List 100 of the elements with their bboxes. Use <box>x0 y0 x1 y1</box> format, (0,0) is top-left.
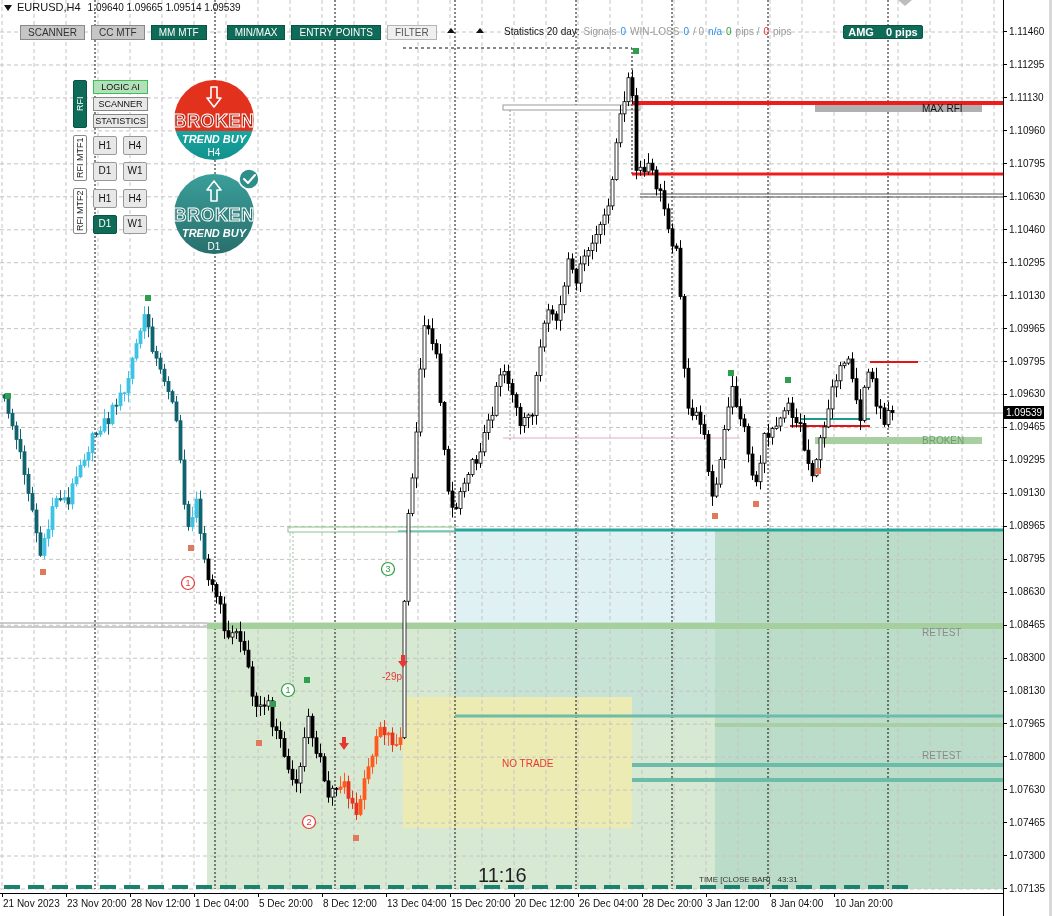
time-axis-label: 28 Nov 12:00 <box>131 899 191 909</box>
bar-timer-value: 43:31 <box>777 876 798 884</box>
high-marker-icon <box>633 48 639 54</box>
panel-tab[interactable]: RFI MTF1 <box>73 135 87 181</box>
level-line <box>869 361 919 363</box>
broken-level-label: BROKEN <box>922 434 965 446</box>
symbol-title: EURUSD,H4 <box>17 2 81 13</box>
price-axis-label: 1.10460 <box>1009 224 1046 235</box>
toolbar-button[interactable]: MM MTF <box>150 25 207 40</box>
bar-signal-tile <box>196 885 212 889</box>
high-marker-icon <box>785 377 791 383</box>
high-marker-icon <box>270 701 276 707</box>
time-axis-label: 5 Dec 20:00 <box>259 899 313 909</box>
bar-signal-tile <box>28 885 44 889</box>
price-axis-label: 1.10130 <box>1009 290 1046 301</box>
bar-signal-tile <box>700 885 716 889</box>
time-axis-label: 8 Jan 04:00 <box>771 899 824 909</box>
bar-signal-tile <box>604 885 620 889</box>
numbered-signal-marker: 1 <box>180 575 196 591</box>
price-axis-label: 1.09965 <box>1009 323 1046 334</box>
timeframe-button[interactable]: H1 <box>93 136 117 155</box>
time-axis-label: 20 Dec 12:00 <box>515 899 575 909</box>
bar-signal-tile <box>388 885 404 889</box>
statistics-text: Signals <box>583 27 617 37</box>
time-axis-label: 3 Jan 12:00 <box>707 899 760 909</box>
badge-title: BROKEN <box>173 206 255 224</box>
time-axis-label: 8 Dec 12:00 <box>323 899 377 909</box>
bar-signal-tile <box>676 885 692 889</box>
statistics-text: n/a <box>708 27 722 37</box>
price-axis-label: 1.11130 <box>1009 92 1044 103</box>
timeframe-button[interactable]: H4 <box>123 136 147 155</box>
low-marker-icon <box>40 569 46 575</box>
statistics-text: WIN-LOSS <box>629 27 680 37</box>
bar-signal-tile <box>148 885 164 889</box>
current-price-label: 1.09539 <box>1004 406 1045 419</box>
bar-signal-tile <box>220 885 236 889</box>
high-marker-icon <box>5 393 11 399</box>
toolbar-button[interactable]: CC MTF <box>90 25 145 40</box>
price-axis-label: 1.08130 <box>1009 686 1046 697</box>
statistics-text: / 0 <box>693 27 705 37</box>
dropdown-caret-icon[interactable] <box>4 4 12 11</box>
bar-signal-tile <box>484 885 500 889</box>
bar-signal-tile <box>268 885 284 889</box>
time-axis-label: 26 Dec 04:00 <box>579 899 639 909</box>
max-rfi-label: MAX RFI <box>922 102 963 114</box>
price-axis-label: 1.08465 <box>1009 620 1046 631</box>
price-axis-label: 1.11460 <box>1009 26 1045 37</box>
price-axis-label: 1.07965 <box>1009 719 1046 729</box>
bar-signal-tile <box>316 885 332 889</box>
bar-signal-tile <box>628 885 644 889</box>
amg-value: 0 pips <box>885 26 918 38</box>
panel-tab[interactable]: RFI MTF2 <box>73 188 87 234</box>
statistics-text: 0 <box>763 27 770 37</box>
time-axis-label: 1 Dec 04:00 <box>195 899 249 909</box>
panel-button[interactable]: LOGIC AI <box>93 80 148 94</box>
bar-signal-tile <box>52 885 68 889</box>
statistics-text: 0 <box>620 27 626 37</box>
toolbar-button[interactable]: SCANNER <box>20 25 85 40</box>
timeframe-button[interactable]: H1 <box>93 189 117 208</box>
price-axis-label: 1.08965 <box>1009 521 1046 532</box>
badge-title: BROKEN <box>173 112 255 130</box>
statistics-text: Statistics 20 day: <box>504 27 580 37</box>
price-axis-label: 1.10960 <box>1009 125 1046 136</box>
ohlc-values: 1.09640 1.09665 1.09514 1.09539 <box>87 2 241 13</box>
bar-signal-tile <box>748 885 764 889</box>
price-axis-label: 1.10795 <box>1009 158 1046 169</box>
timeframe-button[interactable]: W1 <box>123 214 147 234</box>
bar-signal-tile <box>532 885 548 889</box>
retest-label: RETEST <box>922 749 962 761</box>
trade-result-label: -29p <box>382 670 402 682</box>
bar-signal-tile <box>76 885 92 889</box>
toolbar-button[interactable]: ENTRY POINTS <box>291 25 381 40</box>
time-axis-label: 13 Dec 04:00 <box>387 899 447 909</box>
bar-signal-tile <box>772 885 788 889</box>
panel-button[interactable]: STATISTICS <box>93 114 148 128</box>
price-axis-label: 1.10630 <box>1009 191 1046 202</box>
bar-timer-label: TIME [CLOSE BAR] <box>699 876 771 884</box>
time-axis-label: 28 Dec 20:00 <box>643 899 703 909</box>
bar-signal-tile <box>340 885 356 889</box>
high-marker-icon <box>728 370 734 376</box>
price-axis-label: 1.08795 <box>1009 554 1046 565</box>
bar-signal-tile <box>508 885 524 889</box>
panel-button[interactable]: SCANNER <box>93 97 148 111</box>
price-axis-label: 1.07300 <box>1009 850 1046 861</box>
toolbar-button[interactable]: MIN/MAX <box>226 25 286 40</box>
timeframe-button[interactable]: W1 <box>123 161 147 181</box>
timeframe-button[interactable]: D1 <box>93 214 117 234</box>
timeframe-button[interactable]: D1 <box>93 161 117 181</box>
up-triangle-icon <box>476 28 484 33</box>
badge-subtitle: TREND BUY <box>181 228 247 239</box>
down-arrow-icon <box>398 655 408 668</box>
up-triangle-icon <box>447 28 455 33</box>
bar-signal-tile <box>292 885 308 889</box>
price-axis-label: 1.09295 <box>1009 455 1046 466</box>
low-marker-icon <box>353 835 359 841</box>
time-axis-label: 21 Nov 2023 <box>3 899 60 909</box>
bar-signal-tile <box>892 885 908 889</box>
timeframe-button[interactable]: H4 <box>123 189 147 208</box>
bar-signal-tile <box>868 885 884 889</box>
panel-tab[interactable]: RFI <box>73 80 87 128</box>
